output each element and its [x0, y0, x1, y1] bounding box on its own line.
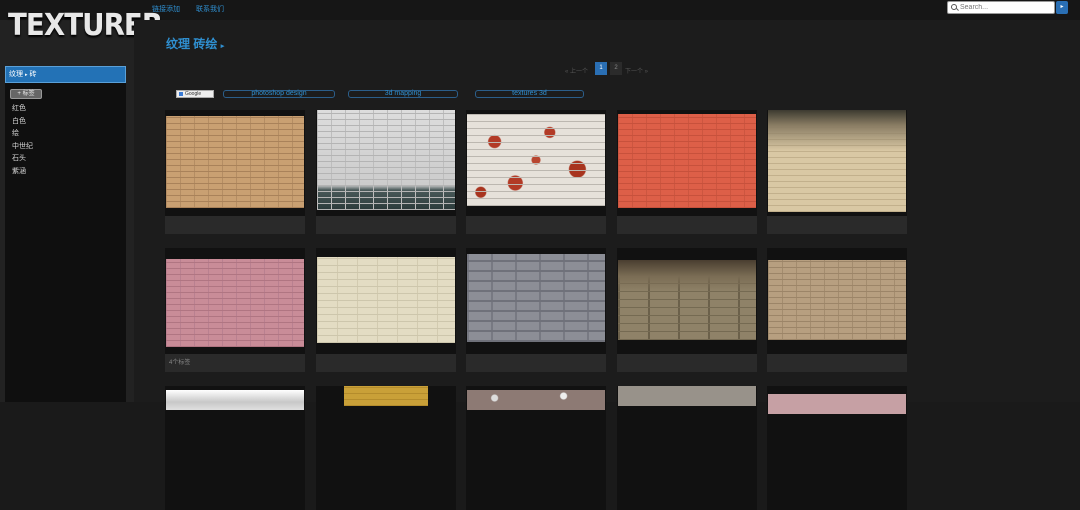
breadcrumb-current: 砖 [29, 71, 37, 78]
tile-caption [316, 354, 456, 372]
texture-tile[interactable] [617, 248, 757, 372]
texture-tile[interactable] [316, 386, 456, 510]
ad-link-photoshop-design[interactable]: photoshop design [223, 90, 335, 98]
contact-link[interactable]: 联系我们 [196, 4, 224, 14]
texture-thumbnail[interactable] [768, 260, 906, 340]
pager-page-2[interactable]: 2 [610, 62, 622, 75]
texture-thumbnail[interactable] [166, 390, 304, 410]
page-title: 纹理 砖绘 ▸ [166, 35, 224, 52]
texture-thumbnail[interactable] [166, 259, 304, 347]
texture-thumbnail[interactable] [166, 116, 304, 208]
texture-tile[interactable] [165, 386, 305, 510]
tile-caption [466, 216, 606, 234]
tile-caption [165, 216, 305, 234]
texture-tile[interactable] [316, 110, 456, 234]
pager-page-1[interactable]: 1 [595, 62, 607, 75]
search-input[interactable] [960, 2, 1052, 13]
search-button[interactable]: ▸ [1056, 1, 1068, 14]
tile-caption [767, 216, 907, 234]
google-badge[interactable]: Google [176, 90, 214, 98]
texture-tile[interactable] [466, 248, 606, 372]
breadcrumb-root[interactable]: 纹理 [9, 71, 23, 78]
texture-thumbnail[interactable] [467, 114, 605, 206]
ad-link-3d-mapping[interactable]: 3d mapping [348, 90, 458, 98]
tile-caption [767, 354, 907, 372]
texture-tile[interactable] [617, 110, 757, 234]
search-icon [951, 4, 957, 10]
texture-thumbnail[interactable] [618, 114, 756, 208]
tile-caption [316, 216, 456, 234]
title-arrow-icon: ▸ [220, 43, 225, 50]
ad-link-textures-3d[interactable]: textures 3d [475, 90, 584, 98]
texture-thumbnail[interactable] [344, 386, 428, 406]
texture-tile[interactable] [767, 248, 907, 372]
texture-tile[interactable] [617, 386, 757, 510]
texture-thumbnail[interactable] [467, 254, 605, 342]
texture-thumbnail[interactable] [768, 394, 906, 414]
category-white[interactable]: 白色 [12, 116, 26, 126]
tile-caption [617, 216, 757, 234]
breadcrumb-separator: ▸ [25, 72, 28, 78]
pager-next[interactable]: 下一个 » [625, 66, 653, 75]
tile-caption [617, 354, 757, 372]
texture-thumbnail[interactable] [618, 386, 756, 406]
texture-thumbnail[interactable] [467, 390, 605, 410]
search-box[interactable] [947, 1, 1055, 14]
texture-tile[interactable] [466, 386, 606, 510]
texture-thumbnail[interactable] [317, 110, 455, 210]
category-purple[interactable]: 紫涵 [12, 166, 26, 176]
tile-tag-count: 4个标签 [165, 354, 305, 372]
page-title-text: 纹理 砖绘 [166, 37, 218, 51]
pager-prev[interactable]: « 上一个 [565, 66, 593, 75]
texture-tile[interactable] [316, 248, 456, 372]
category-red[interactable]: 红色 [12, 103, 26, 113]
tile-caption [466, 354, 606, 372]
texture-tile[interactable] [767, 386, 907, 510]
texture-tile[interactable] [767, 110, 907, 234]
category-painted[interactable]: 绘 [12, 128, 19, 138]
texture-thumbnail[interactable] [317, 257, 455, 343]
category-medieval[interactable]: 中世纪 [12, 141, 33, 151]
sidebar-breadcrumb[interactable]: 纹理 ▸ 砖 [5, 66, 126, 83]
texture-thumbnail[interactable] [618, 260, 756, 340]
texture-tile[interactable] [466, 110, 606, 234]
category-stone[interactable]: 石头 [12, 153, 26, 163]
texture-thumbnail[interactable] [768, 110, 906, 212]
texture-tile[interactable] [165, 110, 305, 234]
add-tag-button[interactable]: + 标签 [10, 89, 42, 99]
